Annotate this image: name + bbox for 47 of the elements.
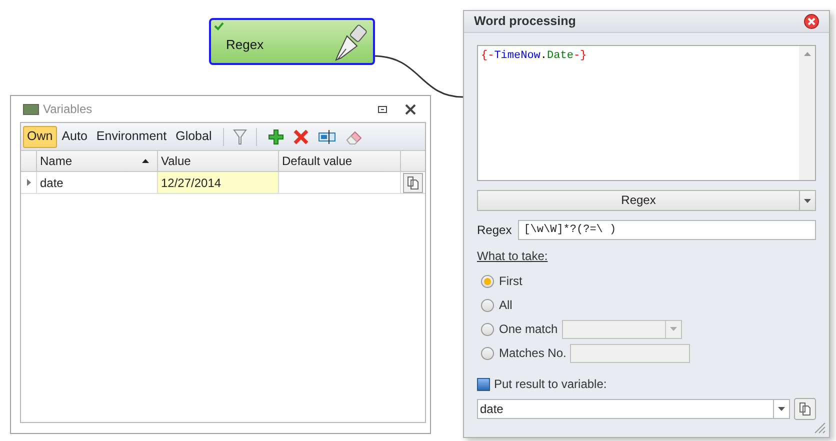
radio-button[interactable] <box>481 274 494 288</box>
caret-icon[interactable] <box>804 198 811 202</box>
radio-button[interactable] <box>481 346 494 360</box>
variable-dropdown[interactable]: date <box>477 399 790 419</box>
column-header[interactable]: Value <box>158 151 279 171</box>
panel-title: Word processing <box>474 13 577 30</box>
code-text: {-TimeNow.Date-} <box>481 50 587 62</box>
window-title: Variables <box>43 101 94 118</box>
option-label[interactable]: One match <box>499 320 558 338</box>
filter-icon[interactable] <box>232 128 247 144</box>
filter-tab[interactable]: Global <box>172 126 216 148</box>
radio-button[interactable] <box>481 322 494 336</box>
mode-dropdown[interactable]: Regex <box>477 190 816 211</box>
filter-tab[interactable]: Own <box>23 126 57 148</box>
caret-icon[interactable] <box>778 407 785 411</box>
eraser-icon[interactable] <box>344 128 363 144</box>
regex-field[interactable]: [\w\W]*?(?=\ ) <box>518 220 816 240</box>
close-icon[interactable] <box>804 14 819 29</box>
section-label: What to take: <box>477 248 548 265</box>
text-editor[interactable]: {-TimeNow.Date-} <box>477 45 816 181</box>
delete-icon[interactable] <box>292 128 309 144</box>
node-title: Regex <box>226 36 264 54</box>
checkbox-label[interactable]: Put result to variable: <box>494 375 607 393</box>
radio-button[interactable] <box>481 298 494 312</box>
table-cell[interactable]: 12/27/2014 <box>158 172 279 193</box>
option-label[interactable]: Matches No. <box>499 344 566 362</box>
action-node[interactable]: Regex <box>209 18 375 65</box>
resize-grip-icon[interactable] <box>814 422 826 434</box>
column-header[interactable]: Default value <box>279 151 401 171</box>
copy-icon[interactable] <box>403 172 423 192</box>
close-icon[interactable] <box>405 104 416 114</box>
check-icon <box>214 22 224 31</box>
plus-icon[interactable] <box>268 128 284 144</box>
window-icon <box>23 104 39 114</box>
column-header[interactable]: Name <box>37 151 158 171</box>
option-label[interactable]: First <box>499 272 522 290</box>
rename-icon[interactable] <box>318 130 336 144</box>
scroll-up-icon[interactable] <box>804 52 810 56</box>
option-label[interactable]: All <box>499 296 512 314</box>
pen-nib-icon <box>333 24 369 62</box>
restore-icon[interactable] <box>378 106 387 112</box>
copy-icon[interactable] <box>794 398 816 420</box>
checkbox[interactable] <box>477 378 490 390</box>
filter-tab[interactable]: Environment <box>92 126 171 148</box>
field-label: Regex <box>477 222 512 239</box>
filter-tab[interactable]: Auto <box>58 126 92 148</box>
number-field[interactable] <box>570 344 690 362</box>
